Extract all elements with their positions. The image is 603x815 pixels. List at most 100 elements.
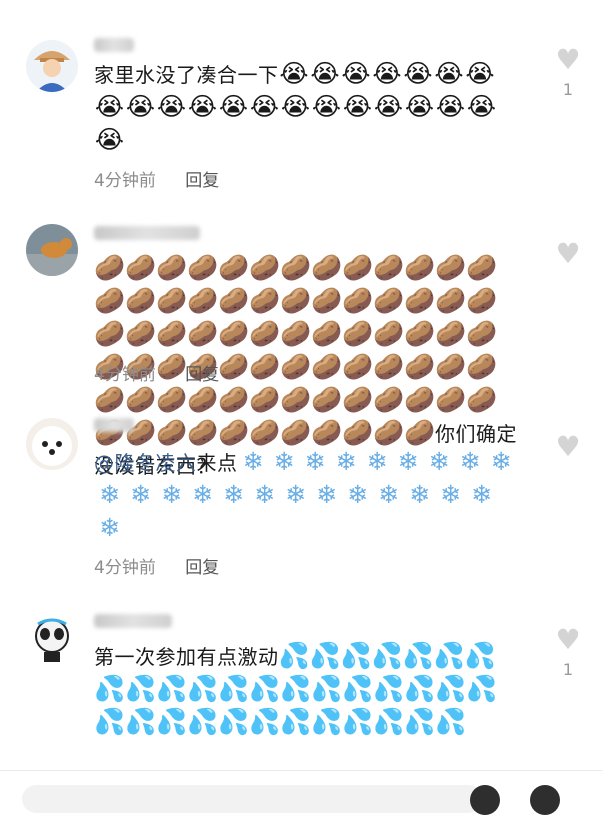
emoji-glyph: 🥔: [435, 286, 467, 315]
emoji-glyph: 💦: [94, 674, 126, 703]
emoji-glyph: 🥔: [280, 352, 312, 381]
emoji-glyph: 💦: [218, 674, 250, 703]
emoji-glyph: 💦: [125, 707, 157, 736]
heart-icon[interactable]: ♥: [550, 626, 586, 654]
emoji-glyph: 🥔: [249, 352, 281, 381]
emoji-glyph: 😭: [311, 92, 342, 121]
emoji-glyph: 🥔: [125, 385, 157, 414]
like-button[interactable]: ♥: [550, 240, 586, 274]
emoji-glyph: 💦: [342, 674, 374, 703]
emoji-glyph: 🥔: [404, 385, 436, 414]
emoji-button[interactable]: [470, 785, 500, 815]
comment-text: 第一次参加有点激动💦💦💦💦💦💦💦💦💦💦💦💦💦💦💦💦💦💦💦💦💦💦💦💦💦💦💦💦💦💦💦…: [94, 640, 524, 739]
comment-input[interactable]: [22, 785, 482, 813]
emoji-glyph: 💦: [404, 707, 436, 736]
emoji-glyph: 🥔: [311, 352, 343, 381]
like-button[interactable]: ♥ 1: [550, 46, 586, 100]
username[interactable]: [94, 38, 134, 52]
emoji-glyph: 😭: [279, 59, 309, 88]
emoji-glyph: 💦: [278, 641, 310, 670]
emoji-glyph: 🥔: [218, 385, 250, 414]
emoji-glyph: 💦: [464, 641, 496, 670]
emoji-glyph: 🥔: [218, 319, 250, 348]
emoji-glyph: 😭: [187, 92, 218, 121]
comment-meta: 4分钟前 回复: [94, 360, 219, 385]
reply-button[interactable]: 回复: [185, 365, 219, 385]
emoji-glyph: 💦: [280, 707, 312, 736]
emoji-glyph: 😭: [125, 92, 156, 121]
heart-icon[interactable]: ♥: [550, 46, 586, 74]
heart-icon[interactable]: ♥: [550, 433, 586, 461]
emoji-glyph: 💦: [435, 707, 467, 736]
emoji-glyph: 💦: [125, 674, 157, 703]
comment-message: 来点: [196, 451, 238, 475]
emoji-glyph: 🥔: [342, 418, 374, 447]
emoji-glyph: 💦: [340, 641, 372, 670]
reply-button[interactable]: 回复: [185, 171, 219, 191]
avatar[interactable]: [26, 612, 78, 664]
like-count: 1: [562, 660, 574, 679]
emoji-glyph: 🥔: [94, 385, 126, 414]
avatar[interactable]: [26, 40, 78, 92]
emoji-glyph: ❄: [409, 480, 430, 509]
emoji-glyph: 💦: [433, 641, 465, 670]
emoji-glyph: 💦: [187, 707, 219, 736]
emoji-glyph: 🥔: [218, 286, 250, 315]
reply-button[interactable]: 回复: [185, 558, 219, 578]
emoji-glyph: 🥔: [373, 253, 405, 282]
emoji-glyph: 🥔: [311, 385, 343, 414]
emoji-glyph: 🥔: [435, 385, 467, 414]
emoji-glyph: 💦: [280, 674, 312, 703]
emoji-glyph: 🥔: [435, 253, 467, 282]
comment-text: 家里水没了凑合一下😭😭😭😭😭😭😭😭😭😭😭😭😭😭😭😭😭😭😭😭😭: [94, 58, 524, 157]
emoji-glyph: 🥔: [218, 352, 250, 381]
emoji-glyph: 💦: [309, 641, 341, 670]
emoji-glyph: 😭: [94, 125, 125, 154]
username[interactable]: [94, 226, 200, 240]
emoji-glyph: 💦: [342, 707, 374, 736]
emoji-glyph: 🥔: [435, 319, 467, 348]
emoji-glyph: ❄: [273, 447, 295, 476]
emoji-run: 🥔🥔🥔🥔🥔🥔🥔🥔🥔🥔🥔🥔🥔🥔🥔🥔🥔🥔🥔🥔🥔🥔🥔🥔🥔🥔🥔🥔🥔🥔🥔🥔🥔🥔🥔🥔🥔🥔🥔🥔…: [94, 253, 497, 447]
emoji-glyph: 😭: [341, 59, 371, 88]
emoji-glyph: 🥔: [187, 319, 219, 348]
emoji-glyph: 🥔: [187, 253, 219, 282]
emoji-glyph: 💦: [373, 707, 405, 736]
emoji-glyph: 🥔: [125, 319, 157, 348]
emoji-glyph: 🥔: [342, 319, 374, 348]
emoji-glyph: 💦: [187, 674, 219, 703]
comment-input-bar: [0, 770, 603, 815]
emoji-glyph: 😭: [94, 92, 125, 121]
comment-meta: 4分钟前 回复: [94, 553, 219, 578]
emoji-glyph: 🥔: [156, 319, 188, 348]
emoji-glyph: 🥔: [94, 253, 126, 282]
emoji-glyph: 🥔: [94, 319, 126, 348]
heart-icon[interactable]: ♥: [550, 240, 586, 268]
emoji-glyph: ❄: [428, 447, 450, 476]
emoji-glyph: 🥔: [249, 286, 281, 315]
like-button[interactable]: ♥ 1: [550, 626, 586, 680]
emoji-glyph: ❄: [99, 513, 120, 542]
mention-link[interactable]: @隆冬凌六: [94, 451, 197, 475]
emoji-glyph: 🥔: [94, 286, 126, 315]
username[interactable]: [94, 614, 172, 628]
emoji-glyph: ❄: [490, 447, 512, 476]
username[interactable]: [94, 418, 134, 432]
avatar[interactable]: [26, 224, 78, 276]
emoji-glyph: ❄: [285, 480, 306, 509]
emoji-glyph: ❄: [99, 480, 120, 509]
emoji-glyph: 🥔: [187, 385, 219, 414]
emoji-glyph: 🥔: [280, 253, 312, 282]
send-button[interactable]: [530, 785, 560, 815]
emoji-glyph: 🥔: [311, 286, 343, 315]
emoji-glyph: 🥔: [218, 253, 250, 282]
comment-text: @隆冬凌六来点 ❄ ❄ ❄ ❄ ❄ ❄ ❄ ❄ ❄❄ ❄ ❄ ❄ ❄ ❄ ❄ ❄ ❄ ❄ ❄ ❄ ❄❄: [94, 446, 524, 545]
emoji-glyph: 💦: [94, 707, 126, 736]
emoji-glyph: 🥔: [249, 253, 281, 282]
emoji-glyph: 💦: [404, 674, 436, 703]
emoji-glyph: 😭: [280, 92, 311, 121]
emoji-glyph: 🥔: [218, 418, 250, 447]
avatar[interactable]: [26, 418, 78, 470]
emoji-glyph: 💦: [402, 641, 434, 670]
like-button[interactable]: ♥: [550, 433, 586, 467]
